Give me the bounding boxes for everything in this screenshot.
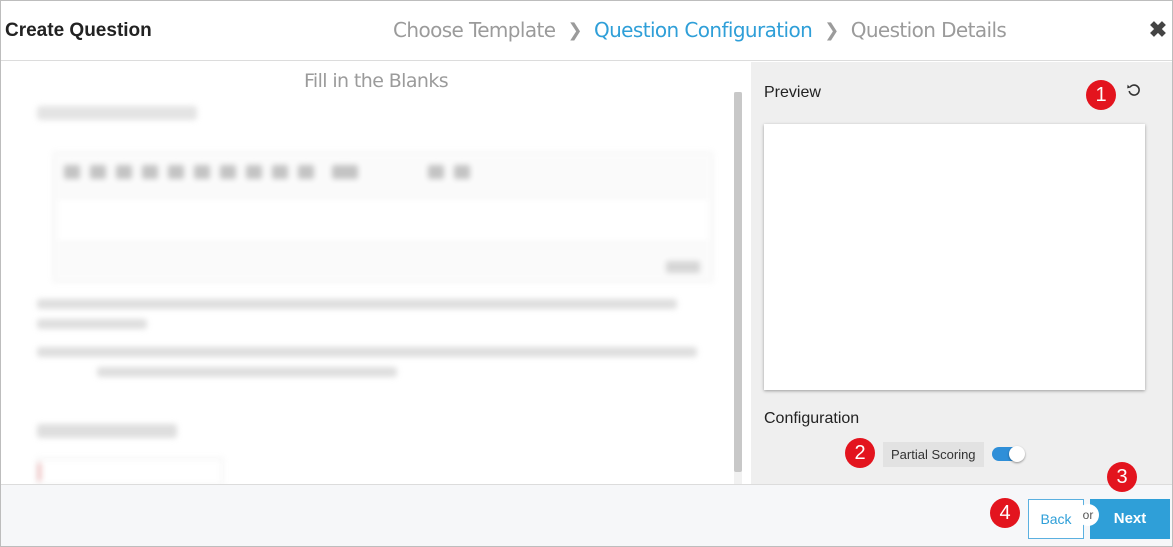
bold-icon — [64, 165, 80, 179]
partial-scoring-toggle[interactable] — [992, 446, 1025, 462]
question-label-placeholder — [37, 106, 197, 120]
partial-scoring-label: Partial Scoring — [883, 442, 984, 467]
step-question-configuration[interactable]: Question Configuration — [594, 18, 813, 42]
or-separator: or — [1077, 504, 1099, 526]
image-icon — [454, 165, 470, 179]
preview-label: Preview — [764, 84, 821, 101]
callout-badge-3: 3 — [1107, 462, 1137, 492]
configuration-label: Configuration — [764, 410, 860, 427]
rich-text-editor — [53, 152, 713, 282]
editor-scrollbar[interactable] — [734, 92, 742, 484]
editor-text-area — [58, 197, 708, 243]
dialog-header: Create Question Choose Template ❯ Questi… — [1, 1, 1172, 61]
keyboard-dropdown — [37, 458, 223, 484]
back-button[interactable]: Back — [1028, 499, 1084, 539]
italic-icon — [90, 165, 106, 179]
blurred-editor-content — [1, 92, 731, 484]
hint-text-2 — [37, 342, 707, 377]
preview-box — [764, 124, 1145, 390]
select-keyboard-placeholder — [37, 424, 177, 438]
sup-icon — [194, 165, 210, 179]
preview-panel: Preview Configuration Partial Scoring — [751, 62, 1172, 484]
link-icon — [428, 165, 444, 179]
scrollbar-thumb[interactable] — [734, 92, 742, 472]
format-icon — [332, 165, 358, 179]
align-left-icon — [220, 165, 236, 179]
chevron-right-icon: ❯ — [567, 19, 582, 41]
sub-icon — [168, 165, 184, 179]
editor-resize-handle — [666, 261, 700, 273]
chevron-right-icon: ❯ — [824, 19, 839, 41]
step-choose-template[interactable]: Choose Template — [393, 18, 556, 42]
step-breadcrumb: Choose Template ❯ Question Configuration… — [393, 18, 1007, 42]
create-question-dialog: Create Question Choose Template ❯ Questi… — [0, 0, 1173, 547]
align-right-icon — [272, 165, 288, 179]
reset-icon[interactable] — [1125, 81, 1143, 99]
close-icon[interactable]: ✖ — [1148, 19, 1168, 41]
question-editor-panel: Fill in the Blanks — [1, 62, 751, 484]
callout-badge-2: 2 — [845, 438, 875, 468]
strike-icon — [142, 165, 158, 179]
callout-badge-4: 4 — [990, 498, 1020, 528]
step-question-details[interactable]: Question Details — [851, 18, 1007, 42]
hint-text-1 — [37, 294, 707, 329]
callout-badge-1: 1 — [1086, 80, 1116, 110]
template-name: Fill in the Blanks — [303, 70, 449, 92]
toggle-knob — [1009, 446, 1025, 462]
align-justify-icon — [298, 165, 314, 179]
dialog-title: Create Question — [5, 20, 152, 41]
next-button[interactable]: Next — [1090, 499, 1170, 539]
underline-icon — [116, 165, 132, 179]
align-center-icon — [246, 165, 262, 179]
editor-toolbar — [64, 165, 470, 179]
